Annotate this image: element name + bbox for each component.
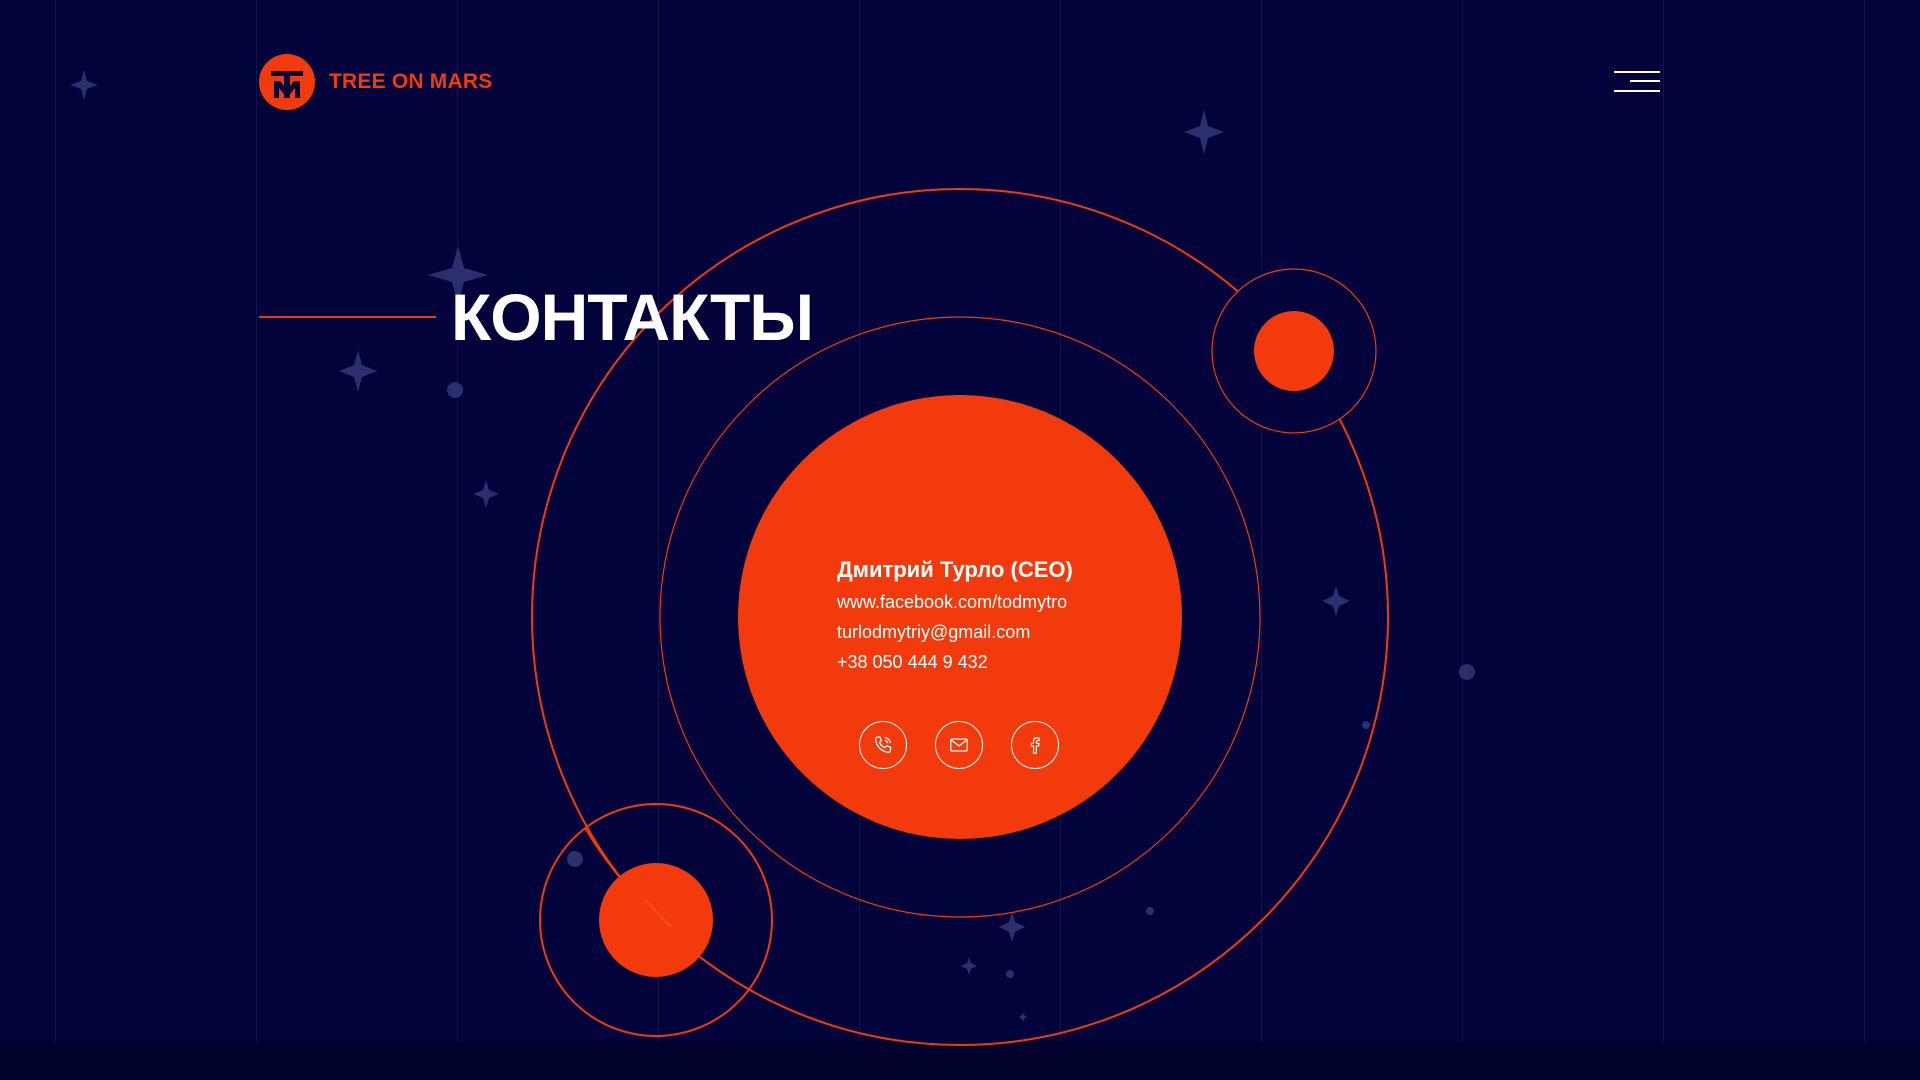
phone-icon xyxy=(875,736,892,754)
brand-logo[interactable]: TREE ON MARS xyxy=(259,54,492,110)
contact-phone-link[interactable]: +38 050 444 9 432 xyxy=(837,647,1137,677)
star-dot xyxy=(1006,970,1014,978)
star-icon xyxy=(1322,586,1350,616)
star-icon xyxy=(339,350,377,392)
star-dot xyxy=(1459,664,1475,680)
star-dot xyxy=(1362,721,1370,729)
email-button[interactable] xyxy=(935,721,983,769)
star-icon xyxy=(473,480,499,508)
star-dot xyxy=(1146,907,1154,915)
small-planet xyxy=(1254,311,1334,391)
facebook-icon xyxy=(1030,737,1040,754)
hamburger-menu-button[interactable] xyxy=(1614,71,1660,95)
contacts-page: TREE ON MARS КОНТАКТЫ Дмитрий Турло (CEO… xyxy=(0,0,1920,1080)
brand-name: TREE ON MARS xyxy=(329,70,493,93)
star-dot xyxy=(447,382,463,398)
contact-facebook-link[interactable]: www.facebook.com/todmytro xyxy=(837,587,1137,617)
star-icon xyxy=(1019,1012,1027,1022)
star-icon xyxy=(1184,110,1224,154)
call-button[interactable] xyxy=(859,721,907,769)
star-icon xyxy=(999,912,1025,942)
contact-email-link[interactable]: turlodmytriy@gmail.com xyxy=(837,617,1137,647)
medium-planet xyxy=(599,863,713,977)
star-dot xyxy=(567,851,583,867)
star-icon xyxy=(961,957,977,975)
tree-on-mars-logo-icon xyxy=(259,54,315,110)
title-accent-line xyxy=(259,316,436,318)
mail-icon xyxy=(950,738,968,752)
contact-name: Дмитрий Турло (CEO) xyxy=(837,557,1073,582)
star-icon xyxy=(70,70,98,100)
facebook-button[interactable] xyxy=(1011,721,1059,769)
contact-card: Дмитрий Турло (CEO) www.facebook.com/tod… xyxy=(837,555,1137,677)
orbit-illustration xyxy=(70,70,1475,1046)
page-title: КОНТАКТЫ xyxy=(451,280,814,354)
